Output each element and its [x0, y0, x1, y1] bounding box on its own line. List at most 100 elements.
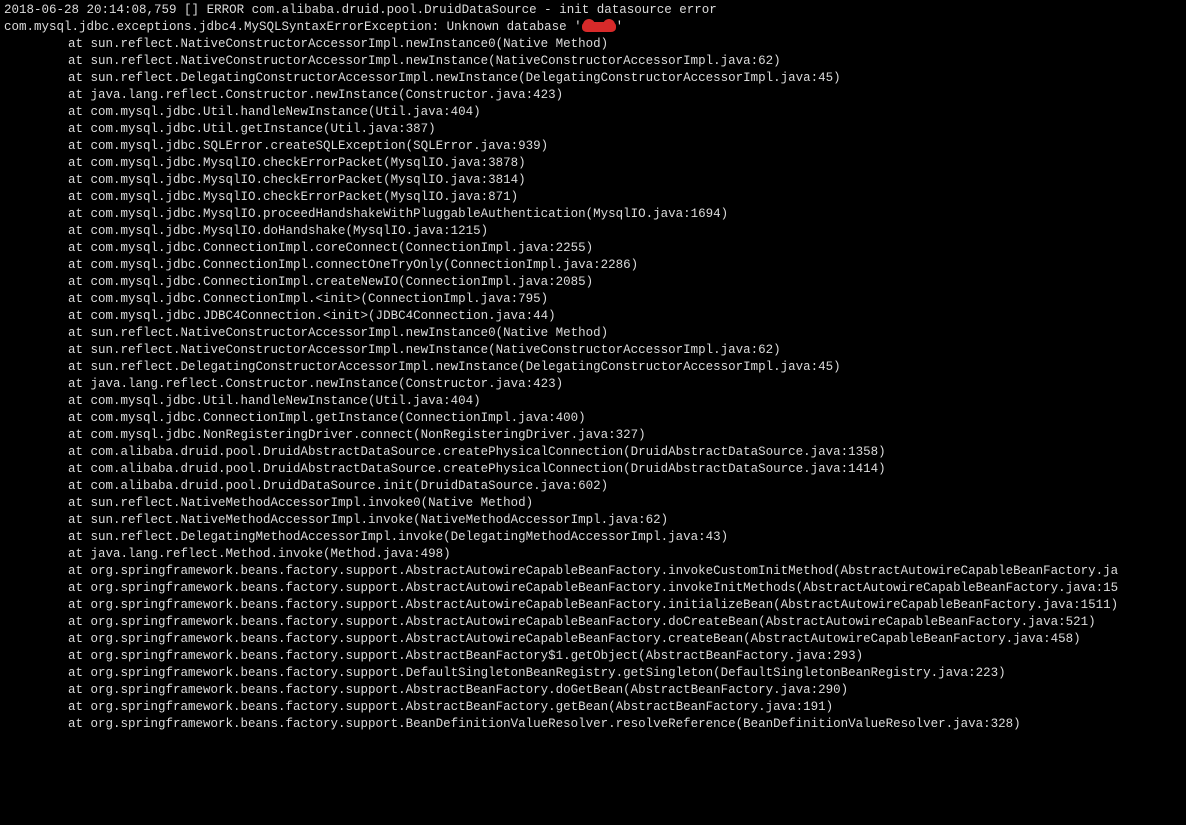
- stack-location: com.mysql.jdbc.MysqlIO.checkErrorPacket(…: [91, 156, 526, 170]
- stack-location: org.springframework.beans.factory.suppor…: [91, 666, 1006, 680]
- stack-at: at: [68, 564, 91, 578]
- stack-frame: at com.mysql.jdbc.MysqlIO.checkErrorPack…: [4, 155, 1182, 172]
- stack-location: com.mysql.jdbc.Util.handleNewInstance(Ut…: [91, 394, 481, 408]
- stack-frame: at org.springframework.beans.factory.sup…: [4, 563, 1182, 580]
- stack-location: sun.reflect.DelegatingConstructorAccesso…: [91, 71, 841, 85]
- stack-frame: at org.springframework.beans.factory.sup…: [4, 631, 1182, 648]
- stack-at: at: [68, 54, 91, 68]
- log-message: init datasource error: [559, 3, 717, 17]
- stack-location: org.springframework.beans.factory.suppor…: [91, 632, 1081, 646]
- stack-frame: at sun.reflect.NativeMethodAccessorImpl.…: [4, 495, 1182, 512]
- stack-at: at: [68, 173, 91, 187]
- exception-msg-prefix: Unknown database ': [447, 20, 582, 34]
- log-thread: []: [184, 3, 199, 17]
- stack-at: at: [68, 615, 91, 629]
- stack-frame: at com.alibaba.druid.pool.DruidDataSourc…: [4, 478, 1182, 495]
- stack-location: com.mysql.jdbc.ConnectionImpl.getInstanc…: [91, 411, 586, 425]
- stack-frame: at com.mysql.jdbc.MysqlIO.doHandshake(My…: [4, 223, 1182, 240]
- stack-at: at: [68, 547, 91, 561]
- stack-frame: at com.mysql.jdbc.Util.handleNewInstance…: [4, 393, 1182, 410]
- stack-location: com.alibaba.druid.pool.DruidAbstractData…: [91, 445, 886, 459]
- stack-frame: at com.mysql.jdbc.ConnectionImpl.connect…: [4, 257, 1182, 274]
- stack-at: at: [68, 428, 91, 442]
- stack-location: org.springframework.beans.factory.suppor…: [91, 564, 1119, 578]
- stack-at: at: [68, 496, 91, 510]
- stack-location: com.mysql.jdbc.ConnectionImpl.createNewI…: [91, 275, 594, 289]
- stack-at: at: [68, 717, 91, 731]
- stack-frame: at com.mysql.jdbc.ConnectionImpl.getInst…: [4, 410, 1182, 427]
- stack-frame: at org.springframework.beans.factory.sup…: [4, 699, 1182, 716]
- stack-location: com.mysql.jdbc.ConnectionImpl.<init>(Con…: [91, 292, 549, 306]
- stack-location: sun.reflect.NativeConstructorAccessorImp…: [91, 54, 781, 68]
- stack-at: at: [68, 360, 91, 374]
- stack-location: org.springframework.beans.factory.suppor…: [91, 683, 849, 697]
- stack-at: at: [68, 139, 91, 153]
- stack-location: com.mysql.jdbc.SQLError.createSQLExcepti…: [91, 139, 549, 153]
- stack-frame: at com.mysql.jdbc.Util.getInstance(Util.…: [4, 121, 1182, 138]
- stack-frame: at com.mysql.jdbc.MysqlIO.proceedHandsha…: [4, 206, 1182, 223]
- stack-at: at: [68, 275, 91, 289]
- stack-frame: at com.mysql.jdbc.MysqlIO.checkErrorPack…: [4, 172, 1182, 189]
- log-logger: com.alibaba.druid.pool.DruidDataSource: [252, 3, 537, 17]
- stack-frame: at com.mysql.jdbc.ConnectionImpl.coreCon…: [4, 240, 1182, 257]
- log-level: ERROR: [207, 3, 245, 17]
- stack-location: sun.reflect.NativeConstructorAccessorImp…: [91, 343, 781, 357]
- exception-msg-suffix: ': [616, 20, 624, 34]
- stack-location: com.mysql.jdbc.MysqlIO.checkErrorPacket(…: [91, 190, 519, 204]
- stack-at: at: [68, 343, 91, 357]
- stack-at: at: [68, 207, 91, 221]
- stack-at: at: [68, 445, 91, 459]
- stack-frame: at org.springframework.beans.factory.sup…: [4, 716, 1182, 733]
- stack-location: org.springframework.beans.factory.suppor…: [91, 598, 1119, 612]
- stack-location: sun.reflect.NativeConstructorAccessorImp…: [91, 37, 609, 51]
- exception-class: com.mysql.jdbc.exceptions.jdbc4.MySQLSyn…: [4, 20, 432, 34]
- stack-location: com.mysql.jdbc.Util.getInstance(Util.jav…: [91, 122, 436, 136]
- stack-frame: at com.mysql.jdbc.Util.handleNewInstance…: [4, 104, 1182, 121]
- stack-at: at: [68, 411, 91, 425]
- stack-frame: at sun.reflect.NativeConstructorAccessor…: [4, 53, 1182, 70]
- stack-at: at: [68, 71, 91, 85]
- stack-at: at: [68, 666, 91, 680]
- stack-at: at: [68, 309, 91, 323]
- stack-trace: at sun.reflect.NativeConstructorAccessor…: [4, 36, 1182, 733]
- exception-colon: :: [432, 20, 447, 34]
- stack-at: at: [68, 377, 91, 391]
- stack-at: at: [68, 190, 91, 204]
- stack-frame: at sun.reflect.DelegatingConstructorAcce…: [4, 359, 1182, 376]
- stack-at: at: [68, 394, 91, 408]
- stack-location: sun.reflect.NativeConstructorAccessorImp…: [91, 326, 609, 340]
- stack-frame: at sun.reflect.NativeConstructorAccessor…: [4, 342, 1182, 359]
- stack-frame: at java.lang.reflect.Method.invoke(Metho…: [4, 546, 1182, 563]
- stack-location: org.springframework.beans.factory.suppor…: [91, 615, 1096, 629]
- stack-location: com.alibaba.druid.pool.DruidDataSource.i…: [91, 479, 609, 493]
- stack-location: com.alibaba.druid.pool.DruidAbstractData…: [91, 462, 886, 476]
- log-header-line: 2018-06-28 20:14:08,759 [] ERROR com.ali…: [4, 2, 1182, 19]
- stack-frame: at java.lang.reflect.Constructor.newInst…: [4, 87, 1182, 104]
- stack-location: sun.reflect.DelegatingMethodAccessorImpl…: [91, 530, 729, 544]
- stack-at: at: [68, 479, 91, 493]
- stack-location: com.mysql.jdbc.NonRegisteringDriver.conn…: [91, 428, 646, 442]
- stack-at: at: [68, 462, 91, 476]
- stack-location: sun.reflect.DelegatingConstructorAccesso…: [91, 360, 841, 374]
- stack-frame: at com.mysql.jdbc.ConnectionImpl.createN…: [4, 274, 1182, 291]
- log-sep: -: [544, 3, 552, 17]
- stack-at: at: [68, 649, 91, 663]
- stack-location: com.mysql.jdbc.MysqlIO.checkErrorPacket(…: [91, 173, 526, 187]
- redaction-icon: [582, 22, 616, 32]
- stack-frame: at com.mysql.jdbc.ConnectionImpl.<init>(…: [4, 291, 1182, 308]
- stack-at: at: [68, 122, 91, 136]
- stack-frame: at org.springframework.beans.factory.sup…: [4, 580, 1182, 597]
- stack-frame: at org.springframework.beans.factory.sup…: [4, 682, 1182, 699]
- stack-frame: at com.alibaba.druid.pool.DruidAbstractD…: [4, 444, 1182, 461]
- stack-location: com.mysql.jdbc.Util.handleNewInstance(Ut…: [91, 105, 481, 119]
- stack-at: at: [68, 292, 91, 306]
- stack-frame: at com.mysql.jdbc.NonRegisteringDriver.c…: [4, 427, 1182, 444]
- stack-at: at: [68, 241, 91, 255]
- stack-location: com.mysql.jdbc.ConnectionImpl.coreConnec…: [91, 241, 594, 255]
- stack-frame: at com.mysql.jdbc.JDBC4Connection.<init>…: [4, 308, 1182, 325]
- stack-at: at: [68, 224, 91, 238]
- stack-frame: at org.springframework.beans.factory.sup…: [4, 597, 1182, 614]
- stack-at: at: [68, 513, 91, 527]
- stack-at: at: [68, 632, 91, 646]
- stack-location: org.springframework.beans.factory.suppor…: [91, 700, 834, 714]
